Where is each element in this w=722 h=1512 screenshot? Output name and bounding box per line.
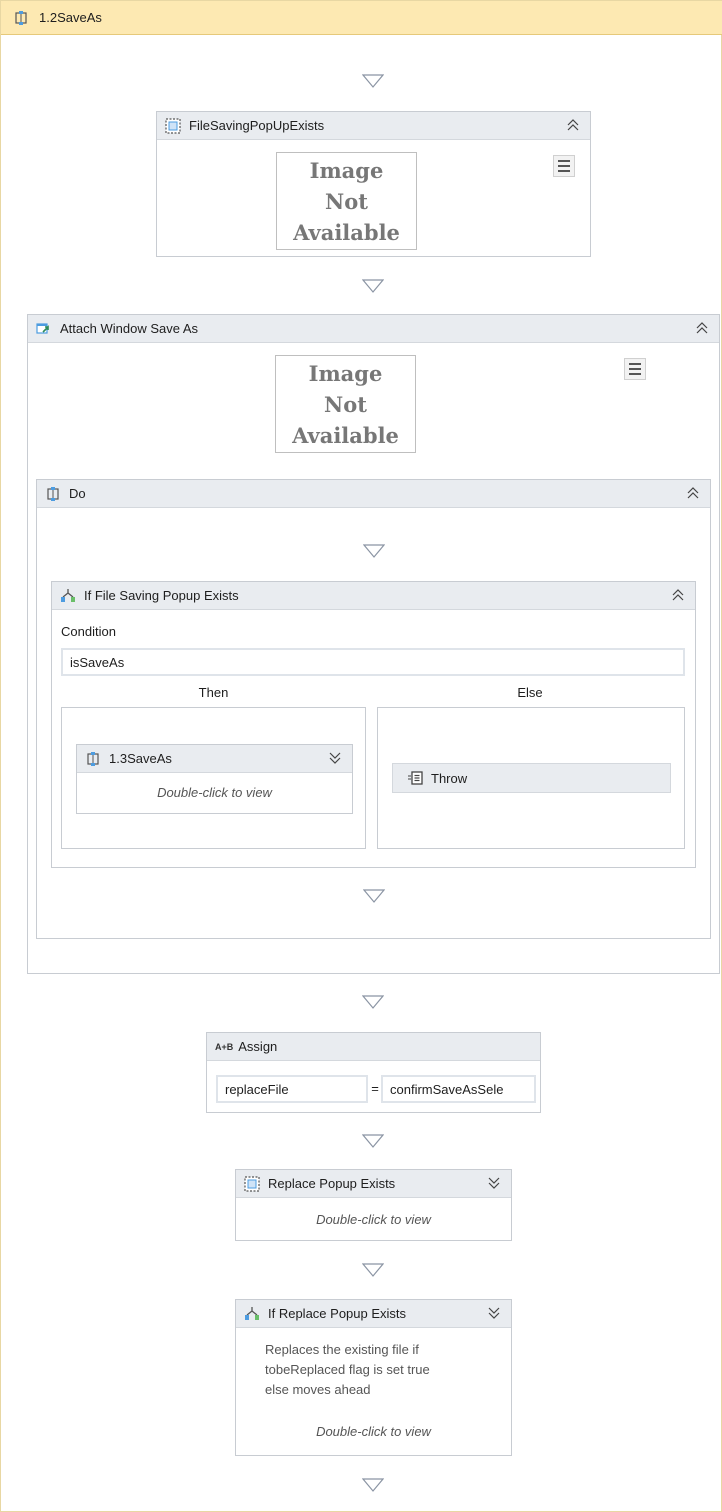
equals-sign: = (371, 1081, 379, 1096)
element-exists-icon (165, 118, 181, 134)
activity-title: Attach Window Save As (60, 321, 199, 336)
if-file-saving-popup-activity[interactable]: If File Saving Popup Exists Condition is… (51, 581, 696, 868)
workflow-designer-canvas: 1.2SaveAs FileSavingPopUpExists Image No… (0, 0, 722, 1512)
drop-arrow-icon[interactable] (362, 995, 384, 1009)
activity-title: If Replace Popup Exists (268, 1306, 407, 1321)
drop-arrow-icon[interactable] (363, 889, 385, 903)
activity-header[interactable]: FileSavingPopUpExists (157, 112, 590, 140)
collapse-chevron-icon[interactable] (566, 117, 580, 133)
menu-icon[interactable] (624, 358, 646, 380)
drop-arrow-icon[interactable] (362, 74, 384, 88)
condition-label: Condition (61, 624, 116, 639)
image-placeholder-line: Not (324, 391, 367, 417)
annotation-line: Replaces the existing file if (265, 1342, 419, 1357)
activity-title: Replace Popup Exists (268, 1176, 396, 1191)
double-click-hint: Double-click to view (157, 785, 272, 800)
image-placeholder: Image Not Available (275, 355, 416, 453)
file-saving-popup-activity[interactable]: FileSavingPopUpExists Image Not Availabl… (156, 111, 591, 257)
drop-arrow-icon[interactable] (362, 1478, 384, 1492)
sequence-icon (13, 10, 29, 26)
element-exists-icon (244, 1176, 260, 1192)
then-label: Then (198, 685, 229, 700)
do-sequence[interactable]: Do If File Saving Popup Exists Condition… (36, 479, 711, 939)
drop-arrow-icon[interactable] (362, 279, 384, 293)
attach-window-icon (36, 321, 52, 337)
else-drop-panel[interactable]: Throw (377, 707, 685, 849)
activity-header[interactable]: If Replace Popup Exists (236, 1300, 511, 1328)
if-icon (244, 1306, 260, 1322)
double-click-hint: Double-click to view (316, 1424, 431, 1439)
throw-activity[interactable]: Throw (392, 763, 671, 793)
annotation-line: else moves ahead (265, 1382, 371, 1397)
drop-arrow-icon[interactable] (362, 1134, 384, 1148)
sequence-icon (85, 751, 101, 767)
expand-chevron-icon[interactable] (487, 1305, 501, 1321)
replace-popup-activity[interactable]: Replace Popup Exists Double-click to vie… (235, 1169, 512, 1241)
activity-header[interactable]: A+B Assign (207, 1033, 540, 1061)
activity-title: Throw (431, 770, 468, 786)
activity-header[interactable]: Replace Popup Exists (236, 1170, 511, 1198)
activity-header[interactable]: If File Saving Popup Exists (52, 582, 695, 610)
throw-icon (407, 770, 423, 786)
collapse-chevron-icon[interactable] (671, 587, 685, 603)
activity-title: 1.3SaveAs (109, 751, 172, 766)
if-replace-popup-activity[interactable]: If Replace Popup Exists Replaces the exi… (235, 1299, 512, 1456)
annotation-text: Replaces the existing file if tobeReplac… (265, 1340, 430, 1400)
activity-title: FileSavingPopUpExists (189, 118, 325, 133)
attach-window-activity[interactable]: Attach Window Save As Image Not Availabl… (27, 314, 720, 974)
collapse-chevron-icon[interactable] (686, 485, 700, 501)
image-placeholder: Image Not Available (276, 152, 417, 250)
image-placeholder-line: Available (293, 219, 400, 245)
then-sequence-activity[interactable]: 1.3SaveAs Double-click to view (76, 744, 353, 814)
if-icon (60, 588, 76, 604)
image-placeholder-line: Image (308, 360, 383, 386)
then-drop-panel[interactable]: 1.3SaveAs Double-click to view (61, 707, 366, 849)
sequence-icon (45, 486, 61, 502)
else-label: Else (517, 685, 543, 700)
assign-icon: A+B (215, 1041, 234, 1052)
annotation-line: tobeReplaced flag is set true (265, 1362, 430, 1377)
sequence-title: 1.2SaveAs (39, 10, 102, 25)
assign-value-input[interactable]: confirmSaveAsSele (381, 1075, 536, 1103)
assign-to-input[interactable]: replaceFile (216, 1075, 368, 1103)
activity-title: Assign (238, 1039, 278, 1054)
expand-chevron-icon[interactable] (487, 1175, 501, 1191)
sequence-header[interactable]: 1.2SaveAs (1, 1, 722, 35)
activity-title: Do (69, 486, 86, 501)
image-placeholder-line: Available (292, 422, 399, 448)
activity-header[interactable]: 1.3SaveAs (77, 745, 352, 773)
activity-title: If File Saving Popup Exists (84, 588, 239, 603)
image-placeholder-line: Not (325, 188, 368, 214)
activity-header[interactable]: Do (37, 480, 710, 508)
assign-activity[interactable]: A+B Assign replaceFile = confirmSaveAsSe… (206, 1032, 541, 1113)
activity-header[interactable]: Attach Window Save As (28, 315, 719, 343)
drop-arrow-icon[interactable] (363, 544, 385, 558)
double-click-hint: Double-click to view (316, 1212, 431, 1227)
collapse-chevron-icon[interactable] (695, 320, 709, 336)
condition-input[interactable]: isSaveAs (61, 648, 685, 676)
menu-icon[interactable] (553, 155, 575, 177)
image-placeholder-line: Image (309, 157, 384, 183)
expand-chevron-icon[interactable] (328, 750, 342, 766)
drop-arrow-icon[interactable] (362, 1263, 384, 1277)
